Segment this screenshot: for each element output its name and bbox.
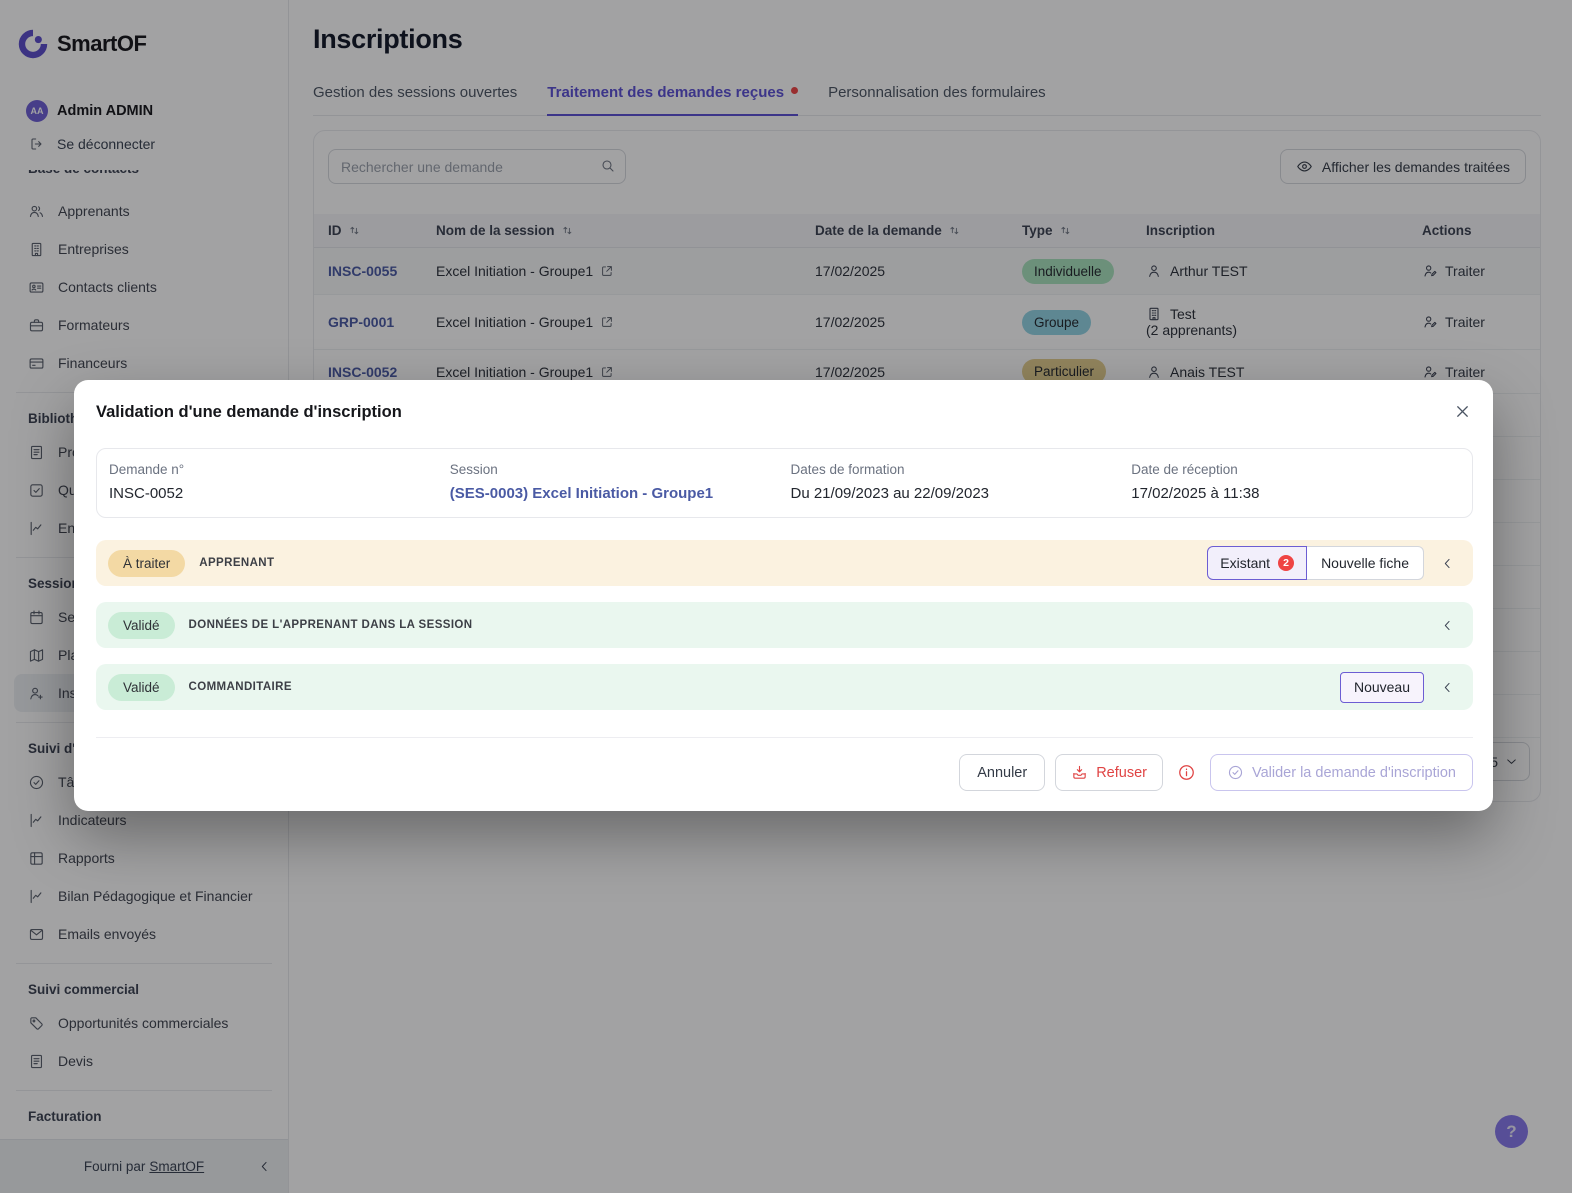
accordion-section: Validé COMMANDITAIRE Nouveau [96,664,1473,710]
chevleft-icon [1444,682,1450,692]
chevleft-icon [1444,620,1450,630]
existant-button[interactable]: Existant 2 [1207,546,1308,580]
info-icon [1177,763,1196,782]
request-info-card: Demande n° INSC-0052 Session (SES-0003) … [96,448,1473,518]
accordion-section: Validé DONNÉES DE L'APPRENANT DANS LA SE… [96,602,1473,648]
expand-section-chevron[interactable] [1440,556,1455,571]
validate-button[interactable]: Valider la demande d'inscription [1209,754,1473,791]
chevleft-icon [1444,558,1450,568]
info-icon [1179,765,1194,780]
status-badge: Validé [108,611,175,639]
close-icon[interactable] [1453,402,1472,421]
info-label: Session [449,462,498,477]
expand-section-chevron[interactable] [1440,618,1455,633]
count-badge: 2 [1278,555,1295,571]
refuse-icon [1071,764,1088,781]
app-window: SmartOF AA Admin ADMIN Se déconnecter Ba… [0,0,1572,1193]
session-link[interactable]: (SES-0003) Excel Initiation - Groupe1 [450,485,791,502]
info-value: INSC-0052 [109,485,184,502]
refuse-button[interactable]: Refuser [1055,754,1163,791]
modal-divider [96,737,1473,738]
info-value: Du 21/09/2023 au 22/09/2023 [790,485,990,502]
nouveau-button[interactable]: Nouveau [1339,671,1424,703]
accordion-section: À traiter APPRENANT Existant 2 Nouvelle f… [96,540,1473,586]
section-label: COMMANDITAIRE [188,681,292,693]
info-label: Demande n° [109,462,185,477]
nouvelle-fiche-button[interactable]: Nouvelle fiche [1307,546,1424,580]
validation-modal: Validation d'une demande d'inscription D… [74,380,1493,811]
check-circle-icon [1227,764,1244,781]
info-value: 17/02/2025 à 11:38 [1131,485,1260,502]
info-field: Date de réception 17/02/2025 à 11:38 [1131,462,1472,517]
expand-section-chevron[interactable] [1440,680,1455,695]
info-field: Demande n° INSC-0052 [109,462,450,517]
info-label: Dates de formation [790,462,905,477]
modal-title: Validation d'une demande d'inscription [96,403,402,421]
section-label: DONNÉES DE L'APPRENANT DANS LA SESSION [188,619,473,631]
status-badge: À traiter [108,549,186,577]
apprenant-choice-group: Existant 2 Nouvelle fiche [1207,546,1424,580]
section-label: APPRENANT [199,557,275,569]
inbox-icon [1073,765,1086,779]
info-field: Session (SES-0003) Excel Initiation - Gr… [450,462,791,517]
info-label: Date de réception [1131,462,1238,477]
x-icon [1457,406,1468,417]
cancel-button[interactable]: Annuler [959,754,1046,791]
modal-footer: Annuler Refuser Valider la demande d'ins… [959,754,1473,791]
checkcircle-icon [1228,765,1243,780]
info-field: Dates de formation Du 21/09/2023 au 22/0… [791,462,1132,517]
status-badge: Validé [108,673,175,701]
